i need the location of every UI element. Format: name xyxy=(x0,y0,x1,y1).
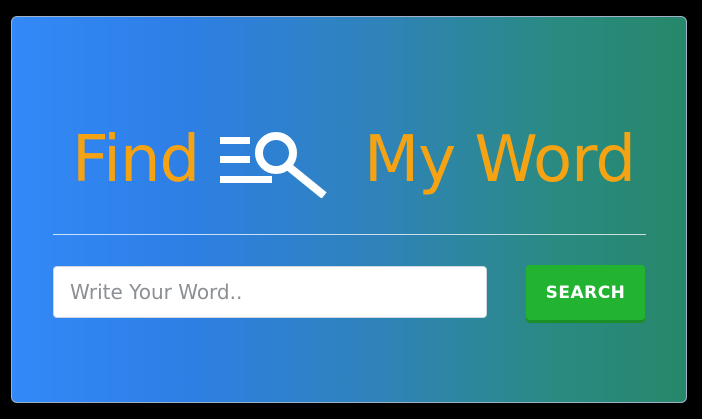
search-input[interactable] xyxy=(53,266,487,318)
title-my-word: My Word xyxy=(364,123,636,197)
divider xyxy=(53,234,646,235)
app-title: Find My Word xyxy=(12,110,686,210)
search-list-icon xyxy=(220,132,327,198)
title-find: Find xyxy=(72,123,200,197)
search-button[interactable]: SEARCH xyxy=(526,265,645,320)
search-card: Find My Word SEARCH xyxy=(11,16,687,403)
